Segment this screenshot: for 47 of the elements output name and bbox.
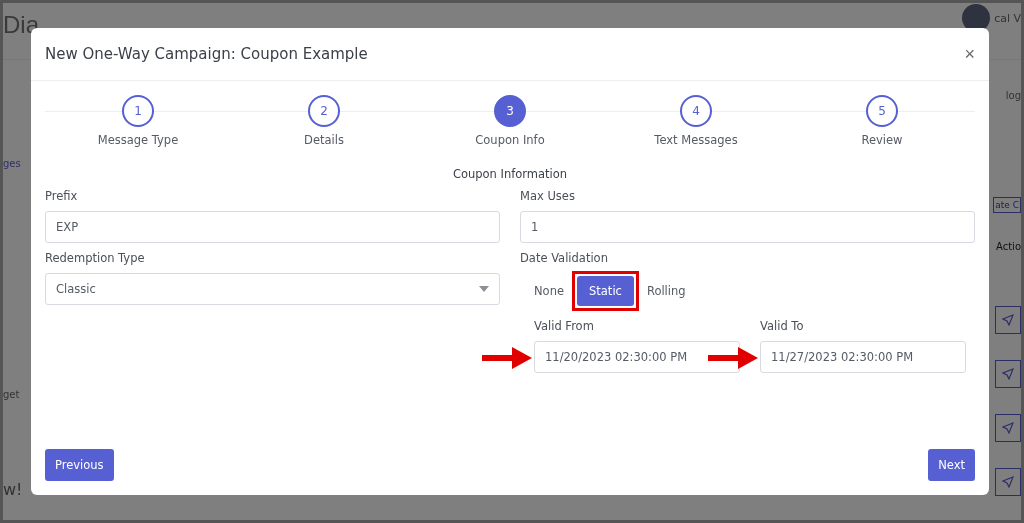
- sidebar-item[interactable]: get: [3, 389, 20, 400]
- option-button[interactable]: Static: [577, 276, 634, 306]
- step-number[interactable]: 2: [308, 95, 340, 127]
- previous-button[interactable]: Previous: [45, 449, 114, 481]
- field-label: Date Validation: [520, 251, 608, 265]
- welcome-text: w!: [3, 480, 23, 499]
- field-label: Valid From: [534, 319, 594, 333]
- step-label: Coupon Info: [475, 133, 545, 147]
- input-field[interactable]: EXP: [45, 211, 500, 243]
- field-label: Max Uses: [520, 189, 575, 203]
- date-field[interactable]: 11/27/2023 02:30:00 PM: [760, 341, 966, 373]
- tab-label[interactable]: log: [1005, 90, 1021, 101]
- modal-title: New One-Way Campaign: Coupon Example: [45, 45, 368, 63]
- send-icon: [1002, 314, 1014, 326]
- step-number[interactable]: 4: [680, 95, 712, 127]
- step-number[interactable]: 5: [866, 95, 898, 127]
- step-number[interactable]: 3: [494, 95, 526, 127]
- step-label: Details: [304, 133, 344, 147]
- step-label: Text Messages: [654, 133, 738, 147]
- option-button[interactable]: Rolling: [646, 284, 686, 298]
- send-button[interactable]: [995, 360, 1021, 388]
- send-icon: [1002, 476, 1014, 488]
- next-button[interactable]: Next: [928, 449, 975, 481]
- create-button[interactable]: ate C: [993, 197, 1021, 213]
- input-field[interactable]: 1: [520, 211, 975, 243]
- step-label: Review: [861, 133, 903, 147]
- caret-icon: [479, 286, 489, 292]
- section-title: Coupon Information: [451, 167, 569, 181]
- column-header: Actio: [996, 241, 1021, 252]
- send-button[interactable]: [995, 306, 1021, 334]
- send-icon: [1002, 422, 1014, 434]
- send-button[interactable]: [995, 414, 1021, 442]
- field-label: Redemption Type: [45, 251, 145, 265]
- step-number[interactable]: 1: [122, 95, 154, 127]
- select-field[interactable]: Classic: [45, 273, 500, 305]
- send-button[interactable]: [995, 468, 1021, 496]
- close-button[interactable]: ×: [964, 43, 975, 65]
- send-icon: [1002, 368, 1014, 380]
- field-label: Prefix: [45, 189, 78, 203]
- sidebar-item[interactable]: ges: [3, 158, 21, 169]
- field-label: Valid To: [760, 319, 804, 333]
- arrow-icon: [482, 345, 532, 371]
- user-name: cal V: [994, 11, 1021, 25]
- date-field[interactable]: 11/20/2023 02:30:00 PM: [534, 341, 740, 373]
- step-label: Message Type: [97, 133, 179, 147]
- option-button[interactable]: None: [534, 284, 564, 298]
- arrow-icon: [708, 345, 758, 371]
